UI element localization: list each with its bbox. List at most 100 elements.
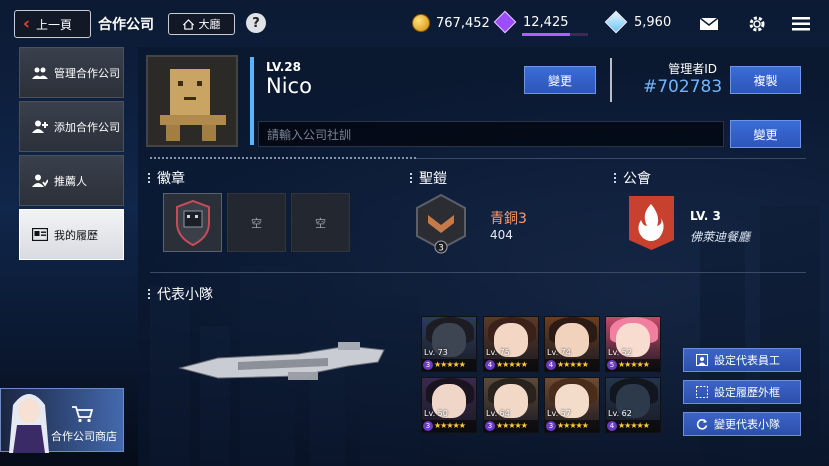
bullet-icon: [148, 289, 152, 299]
badge-slot-3[interactable]: 空: [291, 193, 350, 252]
section-divider: [150, 272, 806, 273]
divider: [610, 58, 612, 102]
mail-icon[interactable]: [698, 14, 720, 34]
squad-member-card[interactable]: Lv. 52 ★★★★★ 5: [605, 316, 661, 372]
bullet-icon: [614, 173, 618, 183]
crystals-display[interactable]: 5,960: [604, 10, 672, 34]
bullet-icon: [410, 173, 414, 183]
sidebar-item-manage[interactable]: 管理合作公司: [19, 47, 124, 98]
profile-accent-bar: [250, 57, 254, 145]
shop-label: 合作公司商店: [51, 430, 117, 443]
copy-id-button[interactable]: 複製: [730, 66, 801, 94]
member-burst-badge: 3: [546, 421, 556, 431]
squad-member-card[interactable]: Lv. 73 ★★★★★ 3: [421, 316, 477, 372]
help-button[interactable]: ?: [246, 13, 266, 33]
player-level: LV.28: [266, 60, 301, 74]
member-burst-badge: 4: [485, 360, 495, 370]
sidebar-item-add[interactable]: 添加合作公司: [19, 101, 124, 152]
avatar-figure-icon: [148, 57, 236, 145]
settings-icon[interactable]: [746, 14, 768, 34]
sidebar-item-label: 我的履歷: [54, 228, 98, 242]
member-burst-badge: 4: [546, 360, 556, 370]
set-representative-button[interactable]: 設定代表員工: [683, 348, 801, 372]
squad-section-title: 代表小隊: [148, 284, 213, 304]
guild-section-title: 公會: [614, 168, 651, 188]
member-level: Lv. 57: [547, 409, 571, 418]
back-chevron-icon: ‹: [23, 13, 31, 34]
change-name-button[interactable]: 變更: [524, 66, 596, 94]
section-divider: [150, 157, 416, 159]
gems-progress-bar: [522, 33, 588, 36]
squad-member-card[interactable]: Lv. 62 ★★★★★ 4: [605, 377, 661, 433]
sidebar: 管理合作公司 添加合作公司 推薦人 我的履歷: [19, 47, 124, 263]
frame-icon: [696, 386, 708, 398]
home-icon: [182, 18, 194, 30]
coin-icon: [412, 14, 430, 32]
member-level: Lv. 64: [486, 409, 510, 418]
profile-avatar[interactable]: [146, 55, 238, 147]
admin-id-label: 管理者ID: [668, 62, 717, 76]
profile-card-icon: [32, 228, 48, 242]
refresh-icon: [696, 419, 708, 430]
rank-section-title: 聖鎧: [410, 168, 447, 188]
member-burst-badge: 3: [423, 360, 433, 370]
badge-slot-1[interactable]: [163, 193, 222, 252]
guild-name: 佛萊迪餐廳: [690, 230, 751, 244]
shield-badge-icon: [175, 199, 210, 246]
squad-title-text: 代表小隊: [157, 287, 213, 303]
member-burst-badge: 3: [423, 421, 433, 431]
squad-member-card[interactable]: Lv. 74 ★★★★★ 4: [544, 316, 600, 372]
squad-member-card[interactable]: Lv. 75 ★★★★★ 4: [483, 316, 539, 372]
bronze-rank-icon: 3: [416, 193, 466, 254]
svg-text:3: 3: [438, 244, 444, 254]
guild-flame-emblem-icon[interactable]: [629, 196, 674, 250]
section-divider: [416, 158, 806, 159]
squad-member-card[interactable]: Lv. 64 ★★★★★ 3: [483, 377, 539, 433]
back-label: 上一頁: [36, 17, 73, 32]
id-card-icon: [696, 354, 708, 366]
member-level: Lv. 52: [608, 348, 632, 357]
gems-display[interactable]: 12,425: [493, 10, 569, 34]
badge-slot-2[interactable]: 空: [227, 193, 286, 252]
squad-member-card[interactable]: Lv. 50 ★★★★★ 3: [421, 377, 477, 433]
set-frame-button[interactable]: 設定履歷外框: [683, 380, 801, 404]
sidebar-item-label: 推薦人: [54, 174, 87, 188]
blue-gem-icon: [604, 10, 628, 34]
company-shop-button[interactable]: 合作公司商店: [0, 388, 124, 453]
member-level: Lv. 75: [486, 348, 510, 357]
motto-input[interactable]: 請輸入公司社訓: [258, 121, 724, 147]
people-icon: [32, 66, 48, 80]
purple-gem-icon: [493, 10, 517, 34]
set-rep-label: 設定代表員工: [714, 354, 780, 367]
badges-section-title: 徽章: [148, 168, 185, 188]
rank-score: 404: [490, 228, 513, 242]
sidebar-item-recommend[interactable]: 推薦人: [19, 155, 124, 206]
guild-title-text: 公會: [623, 171, 651, 187]
crystals-value: 5,960: [634, 14, 672, 30]
back-button[interactable]: ‹ 上一頁: [14, 10, 91, 38]
member-level: Lv. 73: [424, 348, 448, 357]
sidebar-item-my-profile[interactable]: 我的履歷: [19, 209, 124, 260]
add-person-icon: [32, 120, 48, 134]
menu-icon[interactable]: [790, 14, 812, 34]
member-burst-badge: 5: [607, 360, 617, 370]
credits-value: 767,452: [436, 15, 490, 31]
change-motto-button[interactable]: 變更: [730, 120, 801, 148]
bullet-icon: [148, 173, 152, 183]
spaceship-image: [178, 342, 385, 380]
lobby-button[interactable]: 大廳: [168, 13, 235, 35]
admin-id-value: #702783: [643, 77, 723, 97]
member-level: Lv. 50: [424, 409, 448, 418]
squad-member-card[interactable]: Lv. 57 ★★★★★ 3: [544, 377, 600, 433]
change-squad-button[interactable]: 變更代表小隊: [683, 412, 801, 436]
shop-girl-avatar: [9, 394, 49, 453]
top-bar: ‹ 上一頁 合作公司 大廳 ? 767,452 12,425 5,960: [0, 0, 829, 46]
member-level: Lv. 74: [547, 348, 571, 357]
page-title: 合作公司: [98, 17, 154, 33]
player-name: Nico: [266, 74, 312, 98]
credits-display[interactable]: 767,452: [412, 14, 490, 32]
guild-level: LV. 3: [690, 209, 721, 223]
rank-emblem[interactable]: 3: [414, 193, 468, 255]
set-frame-label: 設定履歷外框: [714, 386, 780, 399]
member-burst-badge: 4: [607, 421, 617, 431]
